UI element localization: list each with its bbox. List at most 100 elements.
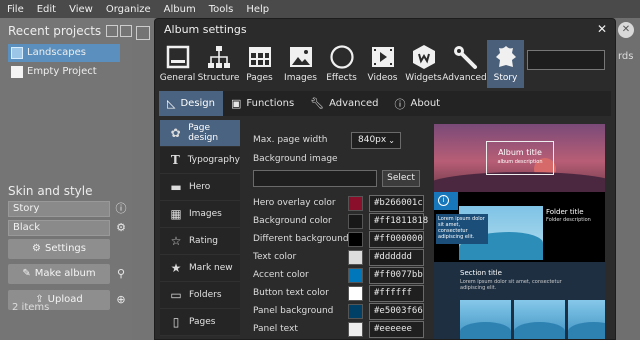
grid-view-icon[interactable] bbox=[106, 25, 118, 37]
general-icon bbox=[166, 45, 189, 69]
color-label: Panel text bbox=[253, 324, 298, 334]
color-swatch[interactable] bbox=[348, 250, 363, 265]
subnav-folders[interactable]: ▭ Folders bbox=[160, 282, 240, 309]
color-swatch[interactable] bbox=[348, 196, 363, 211]
preview-album-title: Album title bbox=[498, 148, 542, 157]
color-row: Background color #ff1811818 bbox=[253, 213, 428, 231]
background-image-input[interactable] bbox=[253, 170, 377, 187]
color-hex-input[interactable]: #b266001c bbox=[369, 195, 424, 212]
tool-structure[interactable]: Structure bbox=[198, 40, 239, 88]
project-item-empty[interactable]: Empty Project bbox=[8, 63, 120, 81]
select-image-button[interactable]: Select bbox=[382, 170, 420, 187]
color-hex-input[interactable]: #ff000000 bbox=[369, 231, 424, 248]
color-hex-input[interactable]: #ffffff bbox=[369, 285, 424, 302]
tab-design[interactable]: ◺ Design bbox=[159, 91, 223, 116]
tab-advanced[interactable]: 🔧︎ Advanced bbox=[302, 91, 386, 116]
dialog-close-icon[interactable]: ✕ bbox=[597, 22, 607, 36]
subnav-pages[interactable]: ▯ Pages bbox=[160, 309, 240, 336]
color-row: Text color #dddddd bbox=[253, 249, 425, 267]
tool-videos[interactable]: Videos bbox=[364, 40, 401, 88]
info-icon: i bbox=[438, 195, 449, 206]
max-page-width-select[interactable]: 840px ⌄ bbox=[351, 132, 401, 149]
project-item-landscapes[interactable]: Landscapes bbox=[8, 44, 120, 62]
subnav-label: Images bbox=[189, 209, 222, 219]
color-hex-input[interactable]: #ff1811818 bbox=[369, 213, 428, 230]
settings-button[interactable]: ⚙ Settings bbox=[8, 239, 110, 259]
tool-label: Effects bbox=[326, 73, 357, 83]
color-hex-input[interactable]: #ff0077bb bbox=[369, 267, 424, 284]
preview-thumbnail bbox=[460, 300, 511, 339]
subnav-page-design[interactable]: ✿ Page design bbox=[160, 120, 240, 147]
tool-story[interactable]: Story bbox=[487, 40, 524, 88]
subnav-hero[interactable]: ▬ Hero bbox=[160, 174, 240, 201]
tool-pages[interactable]: Pages bbox=[241, 40, 278, 88]
color-hex-input[interactable]: #e5003f66 bbox=[369, 303, 424, 320]
tool-widgets[interactable]: Widgets bbox=[405, 40, 442, 88]
project-label: Landscapes bbox=[27, 47, 86, 58]
preview-section-description: Lorem ipsum dolor sit amet, consectetur … bbox=[460, 279, 562, 291]
subnav-mark-new[interactable]: ★ Mark new bbox=[160, 255, 240, 282]
subnav-label: Page design bbox=[188, 123, 219, 143]
tab-functions[interactable]: ▣ Functions bbox=[223, 91, 302, 116]
color-swatch[interactable] bbox=[348, 268, 363, 283]
subnav-rating[interactable]: ☆ Rating bbox=[160, 228, 240, 255]
info-icon: ⓘ bbox=[394, 97, 406, 111]
menu-tools[interactable]: Tools bbox=[209, 4, 234, 15]
menu-organize[interactable]: Organize bbox=[106, 4, 151, 15]
info-icon[interactable]: ⓘ bbox=[114, 202, 128, 216]
skin-and-style-title: Skin and style bbox=[8, 184, 93, 198]
menu-edit[interactable]: Edit bbox=[37, 4, 56, 15]
videos-icon bbox=[371, 47, 394, 67]
color-swatch[interactable] bbox=[348, 322, 363, 337]
preview-folder-title: Folder title bbox=[546, 208, 584, 216]
tool-general[interactable]: General bbox=[159, 40, 196, 88]
settings-toolbar: General Structure Pages Images Effects V… bbox=[159, 40, 528, 88]
color-hex-input[interactable]: #eeeeee bbox=[369, 321, 424, 338]
preview-folder-section: i Lorem ipsum dolor sit amet, consectetu… bbox=[434, 192, 605, 262]
menu-view[interactable]: View bbox=[69, 4, 93, 15]
style-select[interactable]: Black bbox=[8, 220, 110, 236]
search-icon[interactable]: ⚲ bbox=[114, 267, 128, 281]
preview-album-description: album description bbox=[497, 159, 543, 165]
menu-file[interactable]: File bbox=[7, 4, 24, 15]
pages-icon bbox=[248, 47, 271, 67]
color-swatch[interactable] bbox=[348, 286, 363, 301]
tool-effects[interactable]: Effects bbox=[323, 40, 360, 88]
images-icon bbox=[289, 47, 312, 67]
tab-about[interactable]: ⓘ About bbox=[387, 91, 449, 116]
list-view-icon[interactable] bbox=[120, 25, 132, 37]
color-hex-input[interactable]: #dddddd bbox=[369, 249, 424, 266]
color-row: Different background #ff000000 bbox=[253, 231, 425, 249]
album-settings-dialog: Album settings ✕ General Structure Pages… bbox=[154, 18, 616, 340]
subnav-label: Rating bbox=[189, 236, 219, 246]
tool-images[interactable]: Images bbox=[282, 40, 319, 88]
menu-bar: File Edit View Organize Album Tools Help bbox=[0, 0, 640, 18]
project-icon bbox=[11, 66, 23, 78]
color-row: Hero overlay color #b266001c bbox=[253, 195, 425, 213]
design-subnav: ✿ Page design T Typography ▬ Hero ▦ Images ☆… bbox=[160, 120, 240, 339]
advanced-icon bbox=[453, 46, 477, 69]
settings-search-input[interactable] bbox=[527, 50, 605, 70]
tab-label: Design bbox=[180, 98, 215, 109]
tool-advanced[interactable]: Advanced bbox=[442, 40, 487, 88]
color-swatch[interactable] bbox=[348, 214, 363, 229]
color-label: Accent color bbox=[253, 270, 309, 280]
zoom-icon[interactable]: ⊕ bbox=[114, 293, 128, 307]
tool-label: Pages bbox=[246, 73, 273, 83]
skin-select[interactable]: Story bbox=[8, 201, 110, 217]
color-swatch[interactable] bbox=[348, 304, 363, 319]
color-swatch[interactable] bbox=[348, 232, 363, 247]
subnav-label: Typography bbox=[187, 155, 240, 165]
menu-album[interactable]: Album bbox=[164, 4, 196, 15]
menu-help[interactable]: Help bbox=[246, 4, 269, 15]
make-album-button[interactable]: ✎ Make album bbox=[8, 264, 110, 284]
gear-icon: ⚙ bbox=[32, 243, 41, 254]
color-label: Different background bbox=[253, 234, 349, 244]
subnav-images[interactable]: ▦ Images bbox=[160, 201, 240, 228]
close-icon[interactable]: ✕ bbox=[618, 22, 634, 38]
tool-label: General bbox=[159, 73, 196, 83]
gear-icon[interactable]: ⚙ bbox=[114, 221, 128, 235]
color-row: Panel text #eeeeee bbox=[253, 321, 425, 339]
view-icon[interactable] bbox=[136, 26, 150, 40]
subnav-typography[interactable]: T Typography bbox=[160, 147, 240, 174]
